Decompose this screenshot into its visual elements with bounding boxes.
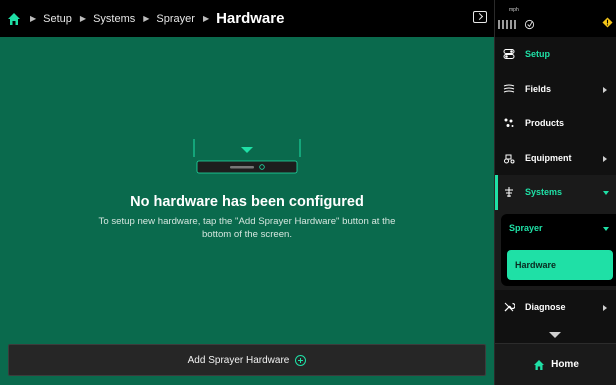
sidebar-item-label: Fields xyxy=(525,83,552,94)
speed-bars-icon xyxy=(498,20,518,29)
sidebar-item-fields[interactable]: Fields xyxy=(495,72,616,107)
breadcrumb-separator-icon: ▶ xyxy=(79,14,87,23)
gps-signal-icon[interactable] xyxy=(524,19,535,30)
sidebar-item-equipment[interactable]: Equipment xyxy=(495,141,616,176)
tractor-icon xyxy=(504,154,515,164)
speed-unit: mph xyxy=(509,7,519,13)
sidebar-item-systems[interactable]: Systems xyxy=(495,175,616,210)
sidebar-item-label: Setup xyxy=(525,49,551,60)
home-icon xyxy=(534,359,545,370)
field-icon xyxy=(503,84,515,93)
sidebar-item-label: Equipment xyxy=(525,152,572,163)
breadcrumb-systems[interactable]: Systems xyxy=(93,13,135,25)
breadcrumb-separator-icon: ▶ xyxy=(202,14,210,23)
breadcrumb-sprayer[interactable]: Sprayer xyxy=(156,13,195,25)
sprayer-system-icon xyxy=(505,187,513,198)
sidebar-item-products[interactable]: Products xyxy=(495,106,616,141)
status-area: mph xyxy=(495,0,616,37)
sprayer-submenu: Sprayer Hardware xyxy=(501,213,616,286)
empty-hardware-illustration xyxy=(193,139,301,174)
page-title: Hardware xyxy=(216,10,285,27)
sidebar: mph Setup Fields Products Equipment Syst… xyxy=(494,0,616,385)
add-circle-icon xyxy=(295,354,307,366)
sidebar-item-label: Diagnose xyxy=(525,301,566,312)
toggles-icon xyxy=(503,49,515,60)
add-sprayer-hardware-button[interactable]: Add Sprayer Hardware xyxy=(8,344,486,376)
home-button[interactable]: Home xyxy=(495,343,616,385)
wrench-icon xyxy=(504,302,515,312)
chevron-right-icon xyxy=(603,304,607,311)
home-icon[interactable] xyxy=(6,11,22,27)
systems-submenu: Sprayer Hardware xyxy=(495,209,616,290)
submenu-item-hardware[interactable]: Hardware xyxy=(507,249,613,280)
seeds-icon xyxy=(504,118,514,128)
scroll-down-arrow-icon[interactable] xyxy=(549,332,561,338)
sidebar-item-diagnose[interactable]: Diagnose xyxy=(495,290,616,325)
sidebar-item-label: Systems xyxy=(525,187,563,198)
breadcrumb-setup[interactable]: Setup xyxy=(43,13,72,25)
chevron-down-icon xyxy=(603,226,609,231)
empty-state-title: No hardware has been configured xyxy=(130,194,364,210)
breadcrumb-separator-icon: ▶ xyxy=(143,14,150,23)
chevron-right-icon xyxy=(603,155,607,162)
main-content: No hardware has been configured To setup… xyxy=(0,37,494,385)
panel-toggle-icon[interactable] xyxy=(473,11,487,23)
sidebar-item-setup[interactable]: Setup xyxy=(495,37,616,72)
breadcrumb-separator-icon: ▶ xyxy=(30,14,37,23)
chevron-down-icon xyxy=(603,191,609,195)
home-button-label: Home xyxy=(551,359,579,370)
empty-state-description: To setup new hardware, tap the "Add Spra… xyxy=(98,216,396,240)
add-button-label: Add Sprayer Hardware xyxy=(187,354,290,366)
sidebar-item-label: Products xyxy=(525,118,565,129)
submenu-sprayer-heading[interactable]: Sprayer xyxy=(509,223,543,233)
chevron-right-icon xyxy=(603,86,607,93)
warning-icon[interactable] xyxy=(602,17,613,28)
header-bar: ▶ Setup ▶ Systems ▶ Sprayer ▶ Hardware xyxy=(0,0,494,37)
